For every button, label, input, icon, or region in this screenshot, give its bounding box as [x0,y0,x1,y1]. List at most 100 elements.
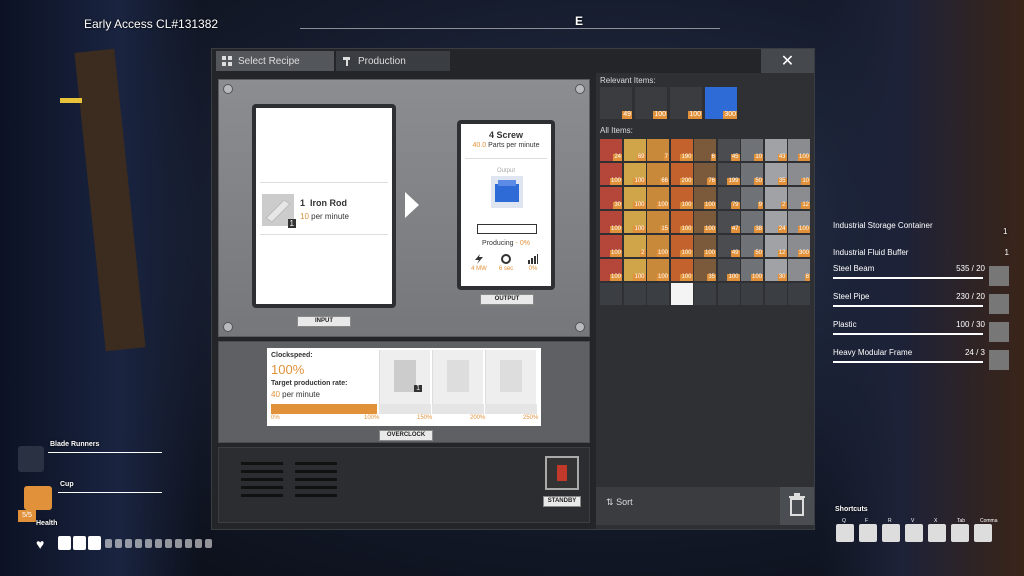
inventory-item-slot[interactable]: 100 [694,187,716,209]
clockspeed-value[interactable]: 100% [271,362,304,377]
health-segment [205,539,212,548]
inventory-item-slot[interactable]: 24 [764,211,787,233]
tab-select-recipe[interactable]: Select Recipe [216,51,334,71]
inventory-item-slot[interactable]: 49 [717,235,740,257]
relevant-item-slot[interactable]: 49 [600,87,632,119]
slot-bar [379,404,431,414]
inventory-item-slot[interactable]: 50 [741,163,763,185]
inventory-item-slot[interactable]: 45 [717,139,740,161]
inventory-item-slot[interactable]: 100 [670,235,693,257]
inventory-item-slot[interactable]: 200 [670,163,693,185]
shortcut-slot-icon[interactable] [859,524,877,542]
shortcut-slot-icon[interactable] [905,524,923,542]
inventory-item-slot[interactable]: 35 [764,163,787,185]
shortcut-slot-icon[interactable] [974,524,992,542]
inventory-item-slot[interactable]: 9 [741,187,763,209]
power-shard-slot[interactable] [432,350,483,404]
relevant-item-slot[interactable]: 300 [705,87,737,119]
inventory-item-slot[interactable]: 30 [600,187,622,209]
inventory-item-slot[interactable]: 66 [647,163,669,185]
storage-row[interactable]: Heavy Modular Frame 24 / 3 [833,348,1009,370]
item-count: 100 [680,250,693,257]
empty-inventory-slot[interactable] [717,283,740,305]
inventory-item-slot[interactable]: 100 [623,259,646,281]
relevant-item-slot[interactable]: 100 [635,87,667,119]
shortcut-key: Comma [980,518,998,524]
inventory-item-slot[interactable]: 12 [788,187,810,209]
inventory-item-slot[interactable]: 100 [647,235,669,257]
item-count: 49 [730,250,740,257]
inventory-item-slot[interactable]: 100 [623,211,646,233]
storage-row[interactable]: Steel Pipe 230 / 20 [833,292,1009,314]
inventory-item-slot[interactable]: 8 [788,259,810,281]
inventory-item-slot[interactable]: 100 [600,259,622,281]
empty-inventory-slot[interactable] [764,283,787,305]
inventory-item-slot[interactable]: 100 [694,211,716,233]
tab-production[interactable]: Production [336,51,450,71]
inventory-item-slot[interactable]: 100 [600,211,622,233]
inventory-item-slot[interactable]: 100 [717,259,740,281]
inventory-item-slot[interactable]: 300 [788,235,810,257]
storage-row[interactable]: Steel Beam 535 / 20 [833,264,1009,286]
empty-inventory-slot[interactable] [694,283,716,305]
inventory-item-slot[interactable]: 100 [741,259,763,281]
empty-inventory-slot[interactable] [647,283,669,305]
standby-button[interactable] [545,456,579,490]
inventory-item-slot[interactable]: 30 [764,259,787,281]
iron-rod-icon[interactable]: 1 [262,194,296,228]
inventory-item-slot[interactable]: 2 [623,235,646,257]
inventory-item-slot[interactable]: 15 [647,211,669,233]
storage-row[interactable]: Plastic 100 / 30 [833,320,1009,342]
sort-button[interactable]: ⇅ Sort [606,497,633,508]
shortcut-slot-icon[interactable] [882,524,900,542]
inventory-item-slot[interactable]: 35 [694,259,716,281]
empty-inventory-slot[interactable] [788,283,810,305]
empty-inventory-slot[interactable] [741,283,763,305]
inventory-item-slot[interactable]: 12 [764,235,787,257]
inventory-item-slot[interactable]: 50 [741,235,763,257]
target-rate-value[interactable]: 40 [271,390,280,399]
inventory-item-slot[interactable]: 100 [788,211,810,233]
inventory-item-slot[interactable]: 100 [694,235,716,257]
inventory-item-slot[interactable]: 100 [670,187,693,209]
inventory-item-slot[interactable]: 24 [600,139,622,161]
power-shard-slot[interactable] [485,350,536,404]
inventory-item-slot[interactable]: 100 [670,259,693,281]
close-button[interactable]: ✕ [761,49,814,73]
empty-inventory-slot[interactable] [623,283,646,305]
inventory-item-slot[interactable]: 43 [764,139,787,161]
inventory-item-slot[interactable]: 100 [670,211,693,233]
inventory-item-slot[interactable]: 2 [764,187,787,209]
screw-box-icon[interactable] [491,176,523,208]
power-shard-slot[interactable]: 1 [379,350,430,404]
inventory-item-slot[interactable]: 10 [741,139,763,161]
inventory-item-slot[interactable]: 79 [717,187,740,209]
inventory-item-slot[interactable]: 190 [670,139,693,161]
vent [241,462,283,465]
inventory-item-slot[interactable]: 199 [717,163,740,185]
shortcut-slot-icon[interactable] [928,524,946,542]
inventory-item-slot[interactable] [670,283,693,305]
clockspeed-slider[interactable] [271,404,377,414]
inventory-item-slot[interactable]: 38 [741,211,763,233]
empty-inventory-slot[interactable] [600,283,622,305]
trash-button[interactable] [780,487,814,525]
inventory-item-slot[interactable]: 47 [717,211,740,233]
inventory-item-slot[interactable]: 69 [623,139,646,161]
shortcut-slot-icon[interactable] [951,524,969,542]
cup-count-badge: 5/5 [18,510,36,522]
shortcut-slot-icon[interactable] [836,524,854,542]
inventory-item-slot[interactable]: 76 [694,163,716,185]
inventory-item-slot[interactable]: 100 [647,259,669,281]
tick-150: 150% [417,415,433,421]
inventory-item-slot[interactable]: 7 [647,139,669,161]
inventory-item-slot[interactable]: 100 [623,163,646,185]
inventory-item-slot[interactable]: 100 [788,139,810,161]
inventory-item-slot[interactable]: 100 [647,187,669,209]
inventory-item-slot[interactable]: 100 [600,163,622,185]
relevant-item-slot[interactable]: 100 [670,87,702,119]
inventory-item-slot[interactable]: 6 [694,139,716,161]
inventory-item-slot[interactable]: 100 [623,187,646,209]
inventory-item-slot[interactable]: 100 [600,235,622,257]
inventory-item-slot[interactable]: 10 [788,163,810,185]
